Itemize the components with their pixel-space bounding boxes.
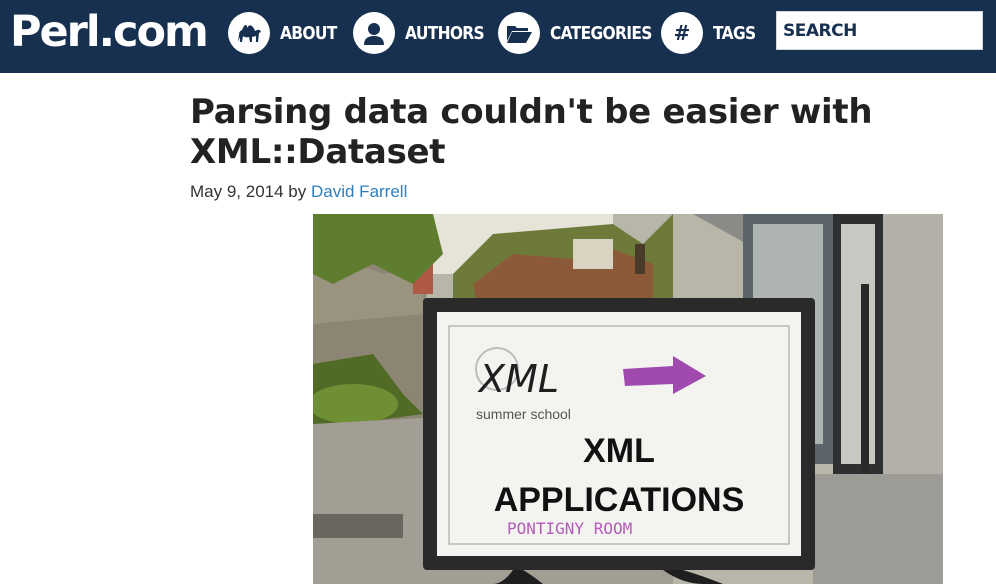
nav-tags-label: TAGS (713, 22, 756, 44)
site-header: Perl.com ABOUT AUTHORS CATEGORIES # TAGS… (0, 0, 996, 73)
user-icon (353, 12, 395, 54)
svg-text:#: # (674, 21, 691, 45)
nav-tags[interactable]: # TAGS (661, 11, 762, 55)
nav-about-label: ABOUT (280, 22, 337, 44)
sign-line2: APPLICATIONS (494, 481, 745, 519)
camel-icon (228, 12, 270, 54)
byline-by: by (288, 182, 307, 201)
sign-room: PONTIGNY ROOM (507, 519, 632, 538)
hash-icon: # (661, 12, 703, 54)
nav-authors-label: AUTHORS (405, 22, 485, 44)
sign-subtitle: summer school (476, 406, 571, 422)
article-image: XML summer school XML APPLICATIONS PONTI… (313, 214, 943, 584)
folder-open-icon (498, 12, 540, 54)
article-date: May 9, 2014 (190, 182, 284, 201)
nav-categories-label: CATEGORIES (550, 22, 652, 44)
site-logo[interactable]: Perl.com (10, 4, 209, 60)
nav-authors[interactable]: AUTHORS (353, 11, 497, 55)
sign-line1: XML (583, 432, 655, 470)
nav-about[interactable]: ABOUT (228, 11, 346, 55)
article-title: Parsing data couldn't be easier with XML… (190, 92, 873, 172)
search-input[interactable] (776, 11, 983, 50)
article-byline: May 9, 2014 by David Farrell (190, 182, 407, 202)
sign-xml-logo: XML (477, 357, 559, 401)
nav-categories[interactable]: CATEGORIES (498, 11, 668, 55)
author-link[interactable]: David Farrell (311, 182, 407, 201)
